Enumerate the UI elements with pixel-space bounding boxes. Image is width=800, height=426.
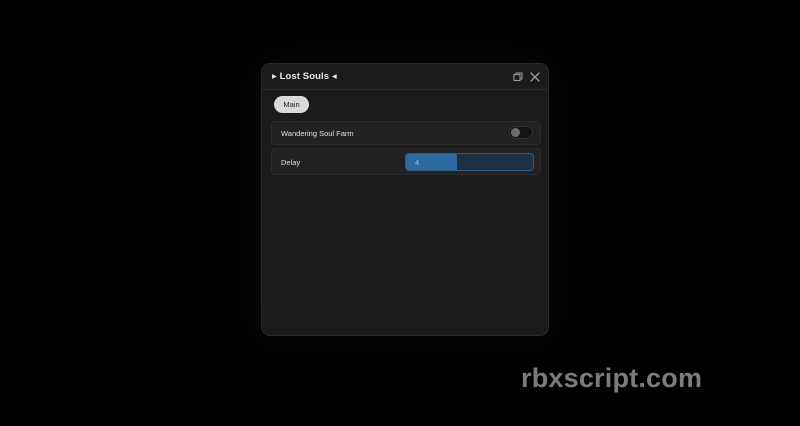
toggle-knob xyxy=(511,128,520,137)
screen: ▸ Lost Souls ◂ Main Wandering Soul Farm xyxy=(0,0,800,426)
wandering-soul-farm-row: Wandering Soul Farm xyxy=(271,121,541,145)
wandering-soul-farm-label: Wandering Soul Farm xyxy=(281,129,354,138)
script-window: ▸ Lost Souls ◂ Main Wandering Soul Farm xyxy=(261,63,549,336)
tab-main[interactable]: Main xyxy=(274,96,309,113)
title-bar[interactable]: ▸ Lost Souls ◂ xyxy=(262,64,548,90)
watermark-text: rbxscript.com xyxy=(521,363,703,393)
delay-label: Delay xyxy=(281,158,301,167)
wandering-soul-farm-toggle[interactable] xyxy=(509,126,533,139)
close-icon xyxy=(530,72,540,82)
delay-slider[interactable]: 4 xyxy=(405,153,534,171)
close-button[interactable] xyxy=(528,70,542,84)
restore-button[interactable] xyxy=(511,70,525,84)
restore-icon xyxy=(513,72,523,82)
delay-value: 4 xyxy=(415,158,420,167)
delay-row: Delay 4 xyxy=(271,148,541,175)
delay-slider-fill xyxy=(406,154,457,170)
window-title: ▸ Lost Souls ◂ xyxy=(272,71,337,82)
